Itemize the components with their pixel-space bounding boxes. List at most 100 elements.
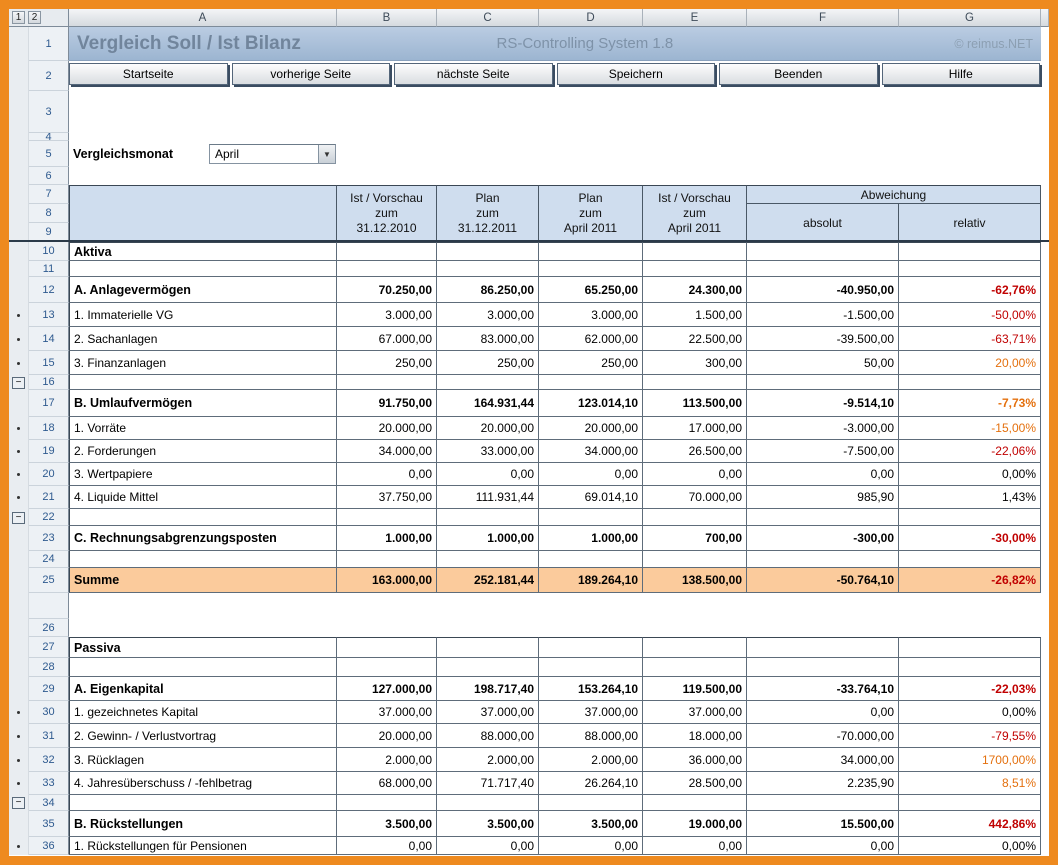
cell-c13[interactable]: 3.000,00 (437, 303, 539, 327)
cell-a11[interactable] (69, 261, 337, 277)
cell-c19[interactable]: 33.000,00 (437, 440, 539, 463)
cell-e28[interactable] (643, 658, 747, 677)
cell-d35[interactable]: 3.500,00 (539, 811, 643, 837)
cell-d15[interactable]: 250,00 (539, 351, 643, 375)
cell-f33[interactable]: 2.235,90 (747, 772, 899, 795)
cell-f13[interactable]: -1.500,00 (747, 303, 899, 327)
cell-b24[interactable] (337, 551, 437, 568)
speichern-button[interactable]: Speichern (557, 63, 716, 85)
outline-collapse-button[interactable]: − (12, 797, 25, 809)
cell-f18[interactable]: -3.000,00 (747, 417, 899, 440)
row-header-11[interactable]: 11 (29, 261, 69, 277)
row-header-36[interactable]: 36 (29, 837, 69, 855)
cell-b19[interactable]: 34.000,00 (337, 440, 437, 463)
cell-c10[interactable] (437, 242, 539, 261)
cell-a15[interactable]: 3. Finanzanlagen (69, 351, 337, 375)
cell-b22[interactable] (337, 509, 437, 526)
row-header-27[interactable]: 27 (29, 637, 69, 658)
cell-g35[interactable]: 442,86% (899, 811, 1041, 837)
cell-b18[interactable]: 20.000,00 (337, 417, 437, 440)
cell-g32[interactable]: 1700,00% (899, 748, 1041, 772)
cell-e13[interactable]: 1.500,00 (643, 303, 747, 327)
cell-b35[interactable]: 3.500,00 (337, 811, 437, 837)
cell-b31[interactable]: 20.000,00 (337, 724, 437, 748)
cell-e20[interactable]: 0,00 (643, 463, 747, 486)
cell-d30[interactable]: 37.000,00 (539, 701, 643, 724)
cell-e25[interactable]: 138.500,00 (643, 568, 747, 593)
cell-f24[interactable] (747, 551, 899, 568)
cell-a10[interactable]: Aktiva (69, 242, 337, 261)
cell-d19[interactable]: 34.000,00 (539, 440, 643, 463)
cell-b12[interactable]: 70.250,00 (337, 277, 437, 303)
cell-f36[interactable]: 0,00 (747, 837, 899, 855)
cell-a21[interactable]: 4. Liquide Mittel (69, 486, 337, 509)
cell-f21[interactable]: 985,90 (747, 486, 899, 509)
cell-d12[interactable]: 65.250,00 (539, 277, 643, 303)
cell-d14[interactable]: 62.000,00 (539, 327, 643, 351)
cell-e17[interactable]: 113.500,00 (643, 390, 747, 417)
cell-a22[interactable] (69, 509, 337, 526)
cell-g24[interactable] (899, 551, 1041, 568)
cell-a34[interactable] (69, 795, 337, 811)
row-header-22[interactable]: 22 (29, 509, 69, 526)
cell-b16[interactable] (337, 375, 437, 390)
cell-e30[interactable]: 37.000,00 (643, 701, 747, 724)
cell-a16[interactable] (69, 375, 337, 390)
row-header-16[interactable]: 16 (29, 375, 69, 390)
cell-g18[interactable]: -15,00% (899, 417, 1041, 440)
cell-g29[interactable]: -22,03% (899, 677, 1041, 701)
row-header-12[interactable]: 12 (29, 277, 69, 303)
row-header-21[interactable]: 21 (29, 486, 69, 509)
cell-f16[interactable] (747, 375, 899, 390)
cell-f32[interactable]: 34.000,00 (747, 748, 899, 772)
cell-c23[interactable]: 1.000,00 (437, 526, 539, 551)
cell-f20[interactable]: 0,00 (747, 463, 899, 486)
cell-g22[interactable] (899, 509, 1041, 526)
cell-e18[interactable]: 17.000,00 (643, 417, 747, 440)
header-absolut[interactable]: absolut (747, 204, 899, 242)
row-header-8[interactable]: 8 (29, 204, 69, 223)
column-header-g[interactable]: G (899, 9, 1041, 27)
cell-b13[interactable]: 3.000,00 (337, 303, 437, 327)
cell-d16[interactable] (539, 375, 643, 390)
cell-c35[interactable]: 3.500,00 (437, 811, 539, 837)
cell-a27[interactable]: Passiva (69, 637, 337, 658)
cell-a19[interactable]: 2. Forderungen (69, 440, 337, 463)
header-col-b[interactable]: Ist / Vorschau zum 31.12.2010 (337, 185, 437, 242)
row-header-14[interactable]: 14 (29, 327, 69, 351)
cell-a20[interactable]: 3. Wertpapiere (69, 463, 337, 486)
row-header-31[interactable]: 31 (29, 724, 69, 748)
row-header-34[interactable]: 34 (29, 795, 69, 811)
cell-b27[interactable] (337, 637, 437, 658)
row-header-29[interactable]: 29 (29, 677, 69, 701)
cell-g33[interactable]: 8,51% (899, 772, 1041, 795)
cell-e15[interactable]: 300,00 (643, 351, 747, 375)
cell-f23[interactable]: -300,00 (747, 526, 899, 551)
row-header-7[interactable]: 7 (29, 185, 69, 204)
cell-d20[interactable]: 0,00 (539, 463, 643, 486)
cell-c33[interactable]: 71.717,40 (437, 772, 539, 795)
cell-c14[interactable]: 83.000,00 (437, 327, 539, 351)
row-header-20[interactable]: 20 (29, 463, 69, 486)
row-header-17[interactable]: 17 (29, 390, 69, 417)
cell-e29[interactable]: 119.500,00 (643, 677, 747, 701)
hilfe-button[interactable]: Hilfe (882, 63, 1041, 85)
cell-g30[interactable]: 0,00% (899, 701, 1041, 724)
cell-a14[interactable]: 2. Sachanlagen (69, 327, 337, 351)
cell-a35[interactable]: B. Rückstellungen (69, 811, 337, 837)
cell-e14[interactable]: 22.500,00 (643, 327, 747, 351)
cell-d11[interactable] (539, 261, 643, 277)
column-header-c[interactable]: C (437, 9, 539, 27)
row-header-24[interactable]: 24 (29, 551, 69, 568)
row-header-30[interactable]: 30 (29, 701, 69, 724)
cell-e23[interactable]: 700,00 (643, 526, 747, 551)
outline-level-1-button[interactable]: 1 (12, 11, 25, 24)
cell-e10[interactable] (643, 242, 747, 261)
cell-b11[interactable] (337, 261, 437, 277)
cell-c28[interactable] (437, 658, 539, 677)
cell-a13[interactable]: 1. Immaterielle VG (69, 303, 337, 327)
cell-c30[interactable]: 37.000,00 (437, 701, 539, 724)
cell-e36[interactable]: 0,00 (643, 837, 747, 855)
cell-c22[interactable] (437, 509, 539, 526)
cell-g11[interactable] (899, 261, 1041, 277)
